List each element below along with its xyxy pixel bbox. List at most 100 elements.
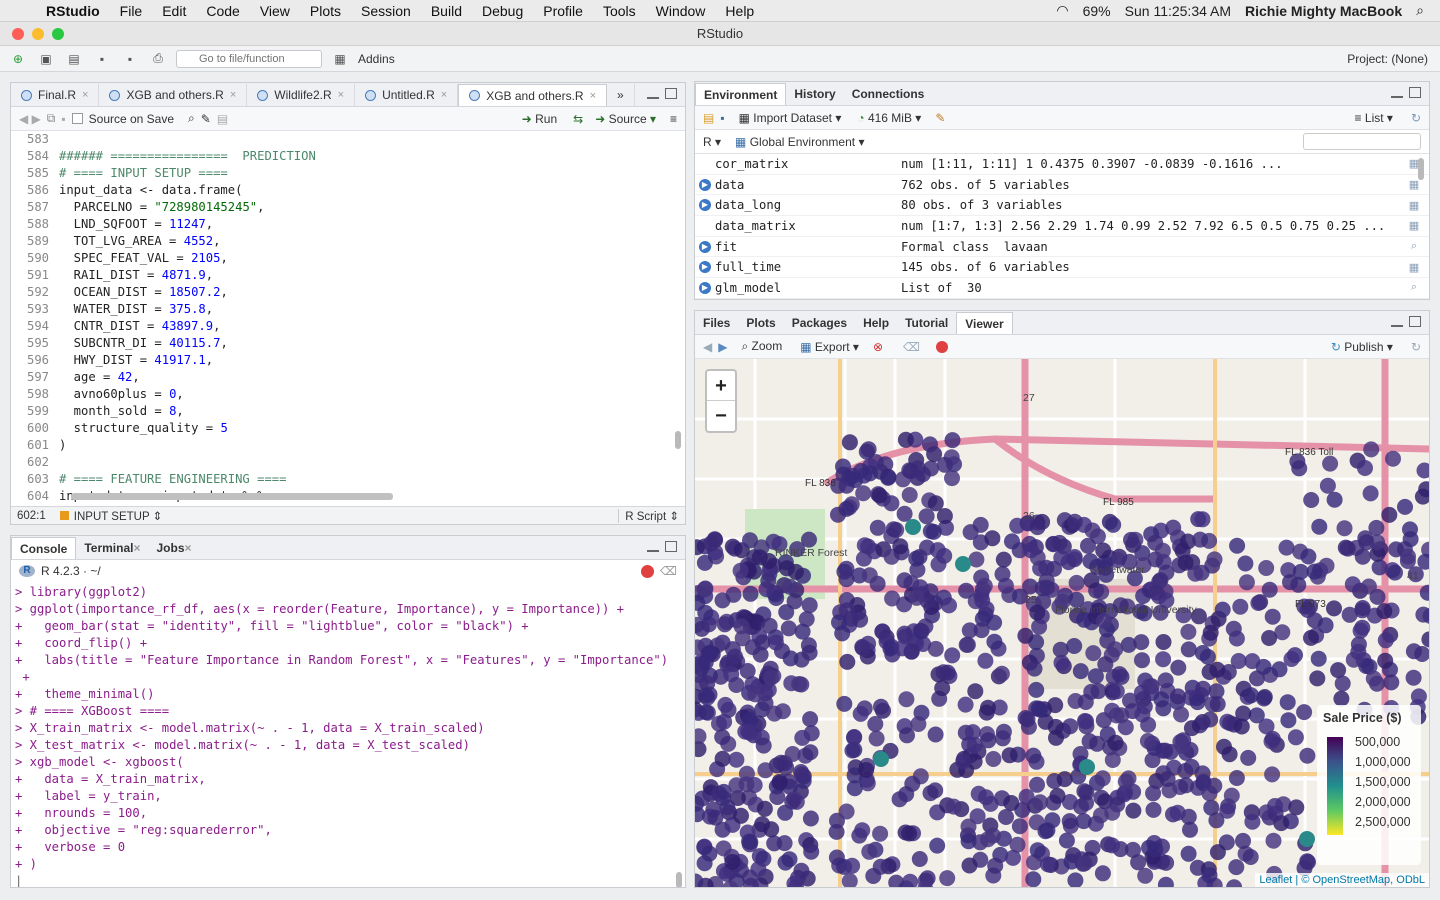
sale-point[interactable] xyxy=(1005,849,1021,866)
viewer-tab-tutorial[interactable]: Tutorial xyxy=(897,312,956,334)
view-table-icon[interactable]: ▦ xyxy=(1399,219,1429,232)
sale-point[interactable] xyxy=(936,508,953,524)
sale-point[interactable] xyxy=(880,469,897,486)
sale-point[interactable] xyxy=(1076,783,1093,800)
maximize-viewer-icon[interactable] xyxy=(1409,316,1421,327)
sale-point[interactable] xyxy=(802,711,819,728)
sale-point[interactable] xyxy=(1170,688,1186,705)
sale-point[interactable] xyxy=(1107,641,1124,658)
sale-point[interactable] xyxy=(1303,492,1320,508)
sale-point[interactable] xyxy=(896,505,913,522)
sale-point[interactable] xyxy=(742,834,759,850)
new-file-icon[interactable]: ⊕ xyxy=(8,50,28,68)
sale-point[interactable] xyxy=(787,563,804,580)
sale-point[interactable] xyxy=(1339,540,1356,557)
sale-point[interactable] xyxy=(802,810,819,827)
sale-point[interactable] xyxy=(1385,450,1401,467)
sale-point[interactable] xyxy=(1228,859,1245,876)
sale-point[interactable] xyxy=(1011,818,1028,835)
sale-point[interactable] xyxy=(780,620,797,637)
sale-point[interactable] xyxy=(1416,462,1430,479)
sale-point[interactable] xyxy=(908,589,925,606)
leaflet-link[interactable]: Leaflet xyxy=(1259,874,1292,886)
sale-point[interactable] xyxy=(927,726,944,743)
console-tab-console[interactable]: Console xyxy=(11,537,77,559)
sale-point[interactable] xyxy=(1238,574,1255,591)
scope-menu[interactable]: ▦ Global Environment ▾ xyxy=(735,135,864,149)
view-table-icon[interactable]: ▦ xyxy=(1399,199,1429,212)
sale-point[interactable] xyxy=(1169,804,1186,821)
inspect-icon[interactable]: ⌕ xyxy=(1399,281,1429,294)
sale-point[interactable] xyxy=(911,851,928,867)
sale-point[interactable] xyxy=(1003,795,1020,811)
sale-point[interactable] xyxy=(1405,643,1422,660)
sale-point[interactable] xyxy=(1344,576,1361,593)
sale-point[interactable] xyxy=(1235,832,1251,849)
zoom-in-button[interactable]: + xyxy=(707,371,735,401)
sale-point[interactable] xyxy=(1309,670,1326,687)
sale-point[interactable] xyxy=(1180,641,1197,658)
sale-point[interactable] xyxy=(874,623,891,640)
sale-point[interactable] xyxy=(1376,603,1393,620)
sale-point[interactable] xyxy=(1157,672,1174,689)
sale-point[interactable] xyxy=(902,873,919,887)
stop-icon[interactable] xyxy=(641,564,655,578)
sale-point[interactable] xyxy=(1031,618,1048,635)
sale-point[interactable] xyxy=(1173,706,1189,723)
sale-point[interactable] xyxy=(885,521,902,538)
sale-point[interactable] xyxy=(974,592,991,609)
save-all-icon[interactable]: ▪ xyxy=(120,50,140,68)
sale-point[interactable] xyxy=(1267,798,1283,814)
sale-point[interactable] xyxy=(891,791,908,808)
sale-point[interactable] xyxy=(803,843,820,860)
menu-edit[interactable]: Edit xyxy=(162,3,186,19)
sale-point[interactable] xyxy=(961,857,978,874)
sale-point[interactable] xyxy=(1208,683,1225,700)
rerun-icon[interactable]: ⇆ xyxy=(573,112,583,126)
save-file-icon[interactable]: ▪ xyxy=(61,112,65,126)
source-on-save-checkbox[interactable] xyxy=(71,113,83,124)
sale-point[interactable] xyxy=(860,441,877,458)
sale-point[interactable] xyxy=(985,751,1002,767)
sale-point[interactable] xyxy=(800,637,817,654)
menu-help[interactable]: Help xyxy=(725,3,754,19)
sale-point[interactable] xyxy=(1228,630,1245,647)
sale-point[interactable] xyxy=(1326,491,1343,508)
sale-point[interactable] xyxy=(723,666,740,683)
sale-point[interactable] xyxy=(872,858,889,875)
minimize-viewer-icon[interactable] xyxy=(1391,323,1403,327)
sale-point[interactable] xyxy=(733,618,750,635)
clear-workspace-icon[interactable]: ✎ xyxy=(935,111,945,125)
close-tab-icon[interactable]: × xyxy=(230,89,236,101)
sale-point[interactable] xyxy=(930,556,947,573)
sale-point[interactable] xyxy=(934,680,951,697)
sale-point[interactable] xyxy=(1107,734,1124,751)
menu-profile[interactable]: Profile xyxy=(543,3,583,19)
sale-point[interactable] xyxy=(1040,856,1056,873)
battery-text[interactable]: 69% xyxy=(1083,3,1111,19)
save-workspace-icon[interactable]: ▪ xyxy=(720,111,724,125)
sale-point[interactable] xyxy=(1180,845,1197,862)
console-output[interactable]: > library(ggplot2) > ggplot(importance_rf… xyxy=(11,584,673,887)
sale-point[interactable] xyxy=(801,597,818,614)
sale-point[interactable] xyxy=(846,729,862,746)
sale-point[interactable] xyxy=(960,818,977,835)
sale-point[interactable] xyxy=(698,687,714,704)
sale-point[interactable] xyxy=(1017,627,1034,644)
sale-point[interactable] xyxy=(1201,664,1218,680)
sale-point[interactable] xyxy=(1242,849,1259,865)
sale-point[interactable] xyxy=(1051,534,1068,551)
sale-point[interactable] xyxy=(984,530,1001,547)
sale-point[interactable] xyxy=(1025,747,1042,764)
sale-point[interactable] xyxy=(1216,738,1232,755)
sale-point[interactable] xyxy=(961,622,978,639)
sale-point[interactable] xyxy=(1365,670,1382,687)
sale-point[interactable] xyxy=(995,723,1012,740)
sale-point[interactable] xyxy=(717,696,734,713)
env-row[interactable]: ▶ glm_model List of 30 ⌕ xyxy=(695,278,1429,299)
sale-point[interactable] xyxy=(733,807,749,824)
sale-point[interactable] xyxy=(896,572,913,589)
sale-point[interactable] xyxy=(1134,652,1150,669)
sale-point[interactable] xyxy=(1066,513,1083,530)
sale-point[interactable] xyxy=(1358,534,1375,551)
